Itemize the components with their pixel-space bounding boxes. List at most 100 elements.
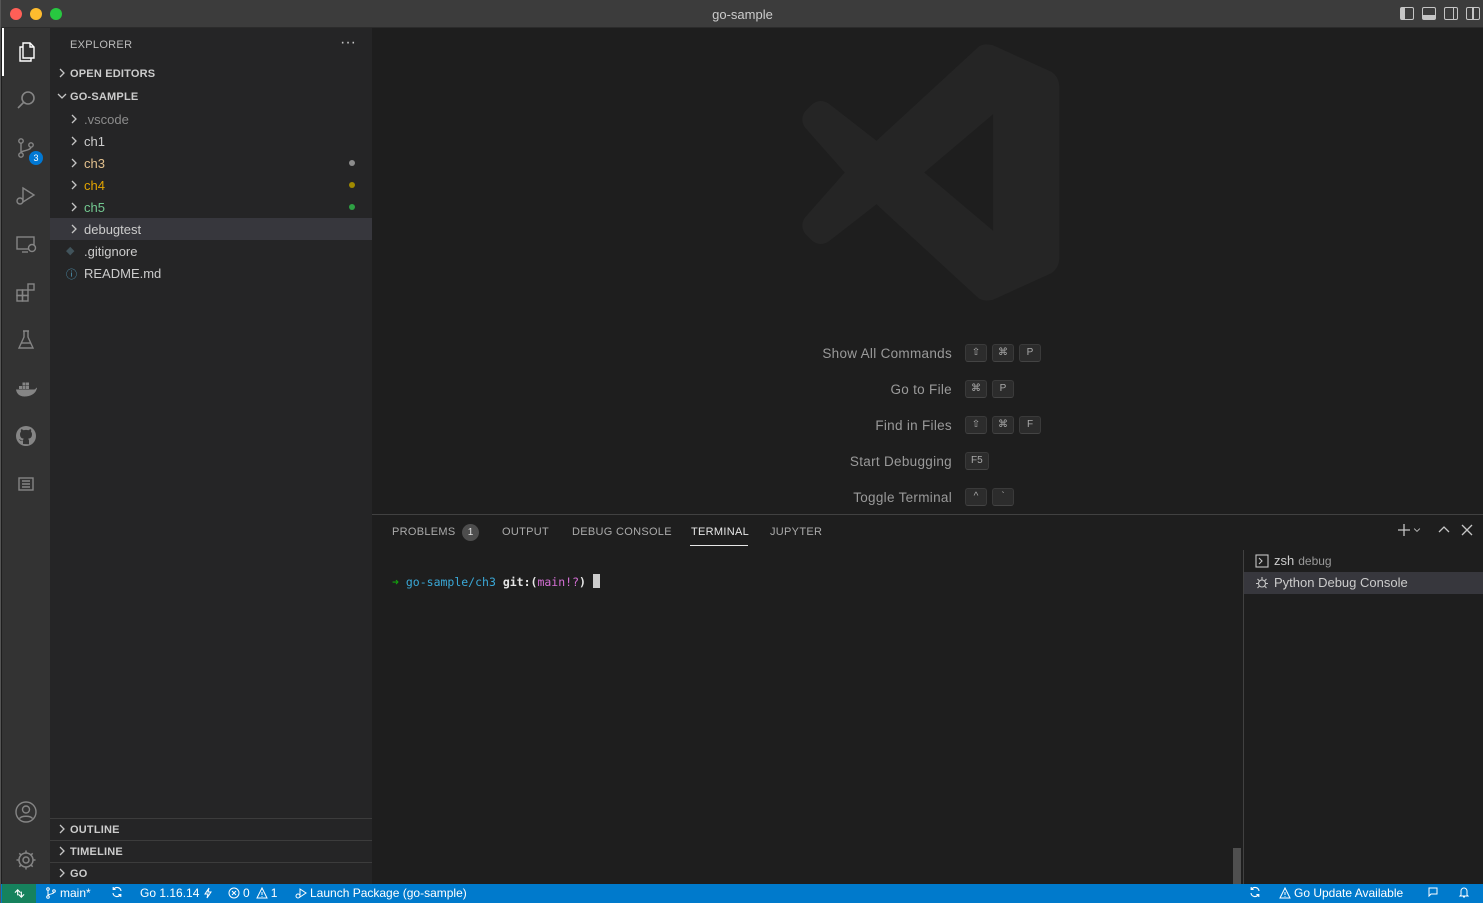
error-icon: [228, 887, 240, 899]
terminal-dropdown-chevron-icon[interactable]: [1412, 523, 1422, 537]
launch-config-status[interactable]: Launch Package (go-sample): [295, 886, 467, 900]
toggle-panel-icon[interactable]: [1422, 7, 1436, 20]
tab-terminal[interactable]: TERMINAL: [691, 526, 749, 538]
activity-source-control[interactable]: 3: [2, 124, 50, 172]
tree-item-ch5[interactable]: ch5: [50, 196, 372, 218]
notifications-status[interactable]: [1458, 886, 1470, 898]
close-panel-icon[interactable]: [1460, 523, 1474, 537]
go-version-status[interactable]: Go 1.16.14: [140, 886, 214, 900]
sync-status[interactable]: [111, 886, 123, 898]
keycap: P: [1019, 344, 1041, 362]
tree-item-label: ch4: [84, 178, 105, 193]
bottom-panel: PROBLEMS 1 OUTPUT DEBUG CONSOLE TERMINAL…: [372, 514, 1483, 885]
status-bar: main* Go 1.16.14 0 1 Launch Package (go-…: [1, 884, 1483, 903]
chevron-right-icon: [59, 868, 65, 878]
tree-item-gitignore[interactable]: ◆ .gitignore: [50, 240, 372, 262]
shortcut-label: Find in Files: [875, 418, 952, 433]
maximize-panel-chevron-up-icon[interactable]: [1437, 523, 1451, 537]
terminal-output[interactable]: ➜ go-sample/ch3 git:(main!?): [392, 574, 600, 589]
activity-testing[interactable]: [2, 316, 50, 364]
tree-item-vscode[interactable]: .vscode: [50, 108, 372, 130]
section-open-editors[interactable]: OPEN EDITORS: [50, 63, 372, 85]
testing-icon: [17, 330, 35, 349]
tab-debug-console[interactable]: DEBUG CONSOLE: [572, 526, 672, 538]
warning-count: 1: [270, 886, 278, 900]
shortcut-row: Show All Commands ⇧ ⌘ P: [372, 344, 1483, 364]
tree-item-debugtest[interactable]: debugtest: [50, 218, 372, 240]
activity-github[interactable]: [2, 412, 50, 460]
info-file-icon: ⓘ: [66, 269, 77, 281]
chevron-right-icon: [71, 224, 77, 234]
activity-extensions[interactable]: [2, 268, 50, 316]
problems-status[interactable]: 0 1: [228, 886, 277, 900]
more-actions-icon[interactable]: ···: [340, 34, 356, 52]
tree-item-label: ch3: [84, 156, 105, 171]
tab-problems[interactable]: PROBLEMS: [392, 526, 456, 538]
shortcut-row: Go to File ⌘ P: [372, 380, 1483, 400]
github-icon: [16, 426, 36, 446]
activity-explorer[interactable]: [2, 28, 50, 76]
explorer-title: EXPLORER: [70, 39, 133, 51]
toggle-primary-sidebar-icon[interactable]: [1400, 7, 1414, 20]
problems-count-badge: 1: [462, 524, 479, 541]
keycap: `: [992, 488, 1014, 506]
section-timeline[interactable]: TIMELINE: [50, 840, 372, 862]
toggle-secondary-sidebar-icon[interactable]: [1444, 7, 1458, 20]
manage-gear-icon: [16, 850, 36, 870]
activity-manage[interactable]: [2, 836, 50, 884]
section-outline[interactable]: OUTLINE: [50, 818, 372, 840]
git-status-dot: [349, 204, 355, 210]
git-file-icon: ◆: [66, 245, 75, 257]
debug-bug-icon: [1256, 577, 1268, 589]
go-tools-status[interactable]: [1249, 886, 1261, 898]
prompt-git-prefix: git:(: [502, 575, 538, 589]
chevron-right-icon: [59, 846, 65, 856]
activity-remote-explorer[interactable]: [2, 220, 50, 268]
terminal-item-zsh[interactable]: zsh debug: [1244, 550, 1483, 572]
git-branch-status[interactable]: main*: [45, 886, 91, 900]
go-update-status[interactable]: Go Update Available: [1279, 886, 1403, 900]
new-terminal-plus-icon[interactable]: [1397, 523, 1411, 537]
search-icon: [17, 91, 35, 109]
activity-accounts[interactable]: [2, 788, 50, 836]
shortcut-label: Toggle Terminal: [853, 490, 952, 505]
live-share-status[interactable]: [1427, 886, 1439, 898]
activity-notes[interactable]: [2, 460, 50, 508]
notes-icon: [18, 477, 34, 491]
remote-indicator[interactable]: [2, 884, 36, 903]
prompt-arrow: ➜: [392, 575, 399, 589]
warning-icon: [1279, 887, 1291, 899]
bell-icon: [1458, 887, 1470, 898]
prompt-git-suffix: ): [579, 575, 586, 589]
panel-tabs: PROBLEMS 1 OUTPUT DEBUG CONSOLE TERMINAL…: [372, 515, 1232, 550]
tab-output[interactable]: OUTPUT: [502, 526, 549, 538]
chevron-right-icon: [71, 114, 77, 124]
section-workspace[interactable]: GO-SAMPLE: [50, 86, 372, 108]
chevron-right-icon: [71, 202, 77, 212]
terminal-name-zsh: zsh: [1274, 553, 1295, 568]
tree-item-ch1[interactable]: ch1: [50, 130, 372, 152]
terminal-scrollbar[interactable]: [1233, 848, 1241, 884]
panel-actions: [1397, 523, 1474, 537]
customize-layout-icon[interactable]: [1466, 7, 1480, 20]
activity-docker[interactable]: [2, 364, 50, 412]
section-go[interactable]: GO: [50, 862, 372, 884]
tree-item-ch3[interactable]: ch3: [50, 152, 372, 174]
chevron-down-icon: [57, 93, 67, 99]
keycap: ⌘: [992, 344, 1014, 362]
activity-search[interactable]: [2, 76, 50, 124]
shortcut-label: Go to File: [890, 382, 952, 397]
shortcut-label: Show All Commands: [822, 346, 952, 361]
keycap: ⇧: [965, 416, 987, 434]
terminal-item-python-debug[interactable]: Python Debug Console: [1244, 572, 1483, 594]
tab-jupyter[interactable]: JUPYTER: [770, 526, 822, 538]
terminal-sub-zsh: debug: [1298, 554, 1332, 568]
terminal-icon: [1255, 554, 1269, 568]
launch-config-label: Launch Package (go-sample): [310, 886, 467, 900]
title-bar: go-sample: [1, 0, 1483, 28]
tree-item-label: .gitignore: [84, 244, 138, 259]
tree-item-ch4[interactable]: ch4: [50, 174, 372, 196]
tree-item-readme-md[interactable]: ⓘ README.md: [50, 262, 372, 284]
shortcut-row: Start Debugging F5: [372, 452, 1483, 472]
activity-run-debug[interactable]: [2, 172, 50, 220]
